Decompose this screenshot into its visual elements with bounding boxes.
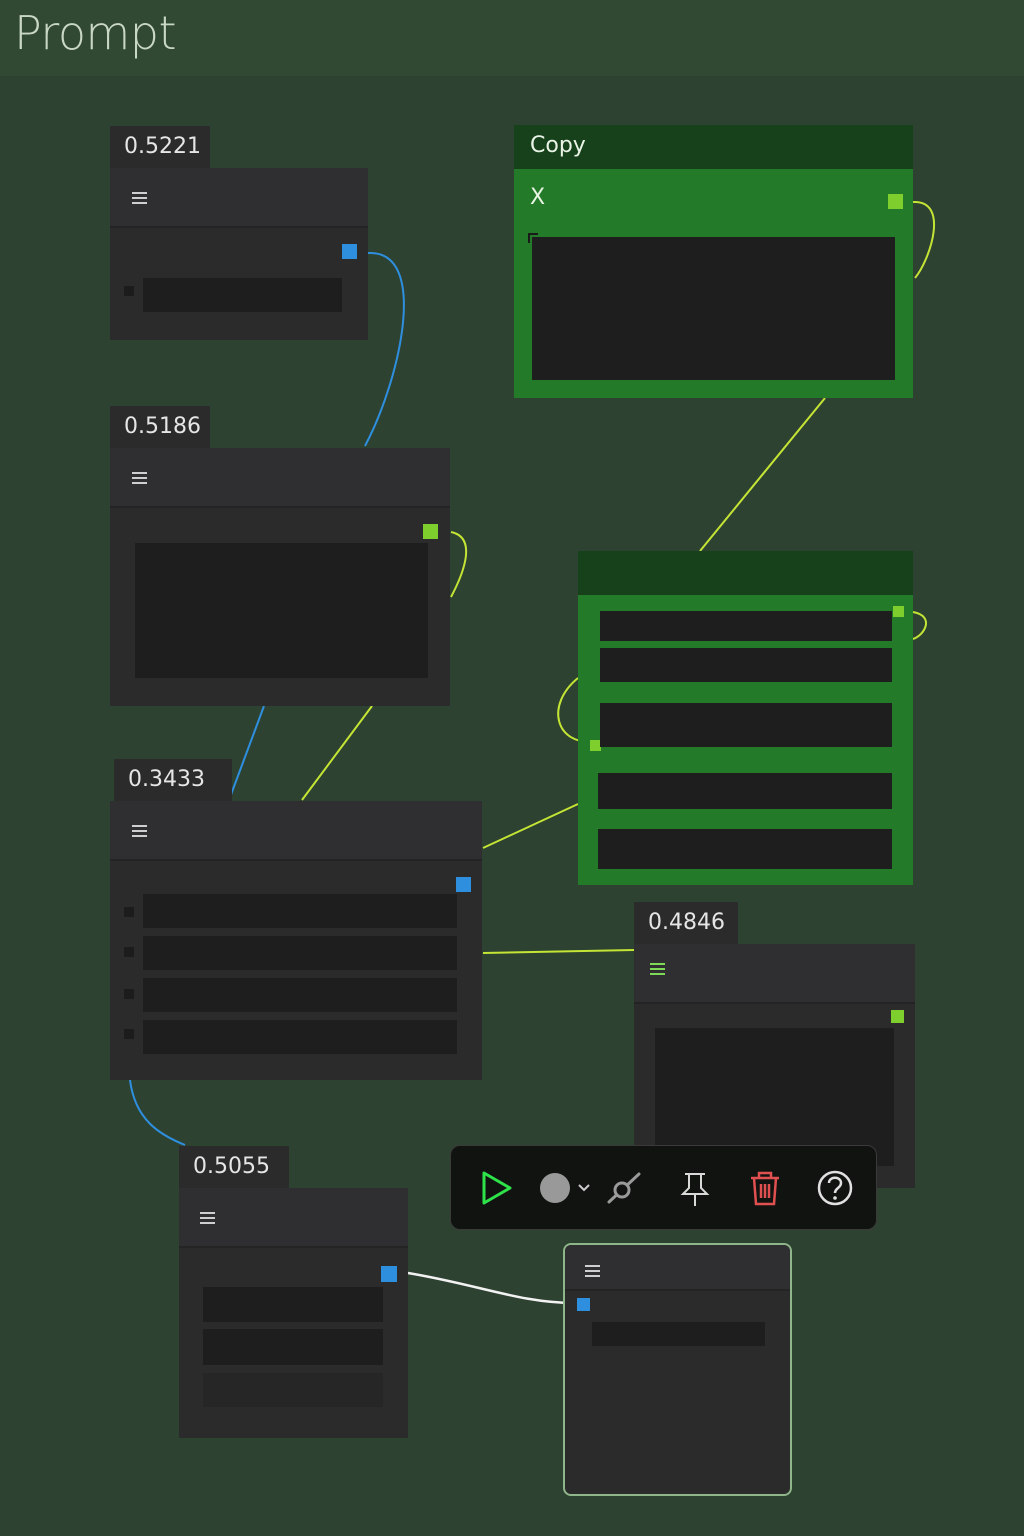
input-field-3[interactable] xyxy=(143,978,457,1012)
node-1[interactable] xyxy=(110,168,368,340)
text-field[interactable] xyxy=(143,278,342,312)
menu-icon[interactable] xyxy=(132,825,147,837)
field-label: X xyxy=(530,185,546,210)
copy-node[interactable]: Copy X xyxy=(514,125,913,398)
node-value-tag: 0.4846 xyxy=(634,902,738,944)
node-header[interactable] xyxy=(179,1188,408,1248)
play-icon[interactable] xyxy=(475,1166,519,1210)
input-field-2[interactable] xyxy=(203,1329,383,1365)
input-dot[interactable] xyxy=(124,947,134,957)
node-header[interactable] xyxy=(565,1245,790,1291)
input-field-4[interactable] xyxy=(143,1020,457,1054)
node-3[interactable] xyxy=(110,801,482,1080)
preview-area[interactable] xyxy=(135,543,428,678)
input-dot[interactable] xyxy=(124,989,134,999)
input-field-3[interactable] xyxy=(203,1373,383,1407)
input-field-2[interactable] xyxy=(143,936,457,970)
input-dot[interactable] xyxy=(124,1029,134,1039)
output-port[interactable] xyxy=(381,1266,397,1282)
widget-field-1[interactable] xyxy=(600,611,892,641)
help-icon[interactable] xyxy=(813,1166,857,1210)
text-field[interactable] xyxy=(592,1322,765,1346)
wire-blue-1 xyxy=(364,251,405,447)
menu-icon[interactable] xyxy=(132,472,147,484)
wire-yellow-5 xyxy=(482,803,579,849)
node-toolbar xyxy=(450,1145,877,1230)
node-header[interactable] xyxy=(110,448,450,508)
chevron-down-icon[interactable] xyxy=(575,1166,593,1210)
color-circle-icon[interactable] xyxy=(535,1166,579,1210)
selected-node[interactable] xyxy=(563,1243,792,1496)
wire-yellow-3 xyxy=(450,531,468,598)
trash-icon[interactable] xyxy=(743,1166,787,1210)
input-field-1[interactable] xyxy=(143,894,457,928)
input-dot[interactable] xyxy=(124,286,134,296)
menu-icon[interactable] xyxy=(650,963,665,975)
menu-icon[interactable] xyxy=(132,192,147,204)
wire-yellow-1 xyxy=(912,200,936,279)
node-header[interactable] xyxy=(578,551,913,595)
wire-yellow-8 xyxy=(912,611,927,640)
wire-yellow-4 xyxy=(301,705,373,801)
output-port[interactable] xyxy=(893,606,904,617)
output-port[interactable] xyxy=(342,244,357,259)
node-header[interactable] xyxy=(110,801,482,861)
node-value-tag: 0.5186 xyxy=(110,406,210,448)
input-dot[interactable] xyxy=(124,907,134,917)
wire-white-1 xyxy=(407,1271,576,1305)
wire-blue-3 xyxy=(129,1079,186,1146)
output-port[interactable] xyxy=(891,1010,904,1023)
menu-icon[interactable] xyxy=(200,1212,215,1224)
output-port[interactable] xyxy=(423,524,438,539)
wire-blue-2 xyxy=(228,705,265,801)
wire-yellow-2 xyxy=(699,397,826,552)
node-value-tag: 0.5055 xyxy=(179,1146,289,1188)
widget-field-5[interactable] xyxy=(598,829,892,869)
input-port[interactable] xyxy=(577,1298,590,1311)
output-port[interactable] xyxy=(888,194,903,209)
widget-field-2[interactable] xyxy=(600,648,892,682)
bypass-icon[interactable] xyxy=(601,1166,645,1210)
menu-icon[interactable] xyxy=(585,1265,600,1277)
input-field-1[interactable] xyxy=(203,1287,383,1322)
widget-field-4[interactable] xyxy=(598,773,892,809)
node-value-tag: 0.3433 xyxy=(114,759,232,801)
widget-field-3[interactable] xyxy=(600,703,892,747)
pin-icon[interactable] xyxy=(673,1166,717,1210)
wire-yellow-6 xyxy=(482,949,635,954)
node-header[interactable] xyxy=(634,944,915,1004)
node-2[interactable] xyxy=(110,448,450,706)
node-5[interactable] xyxy=(179,1188,408,1438)
node-header[interactable] xyxy=(110,168,368,228)
green-node[interactable] xyxy=(578,551,913,885)
text-area[interactable] xyxy=(532,237,895,380)
node-title: Copy xyxy=(530,133,586,158)
node-header[interactable]: Copy xyxy=(514,125,913,169)
node-value-tag: 0.5221 xyxy=(110,126,210,168)
output-port[interactable] xyxy=(456,877,471,892)
